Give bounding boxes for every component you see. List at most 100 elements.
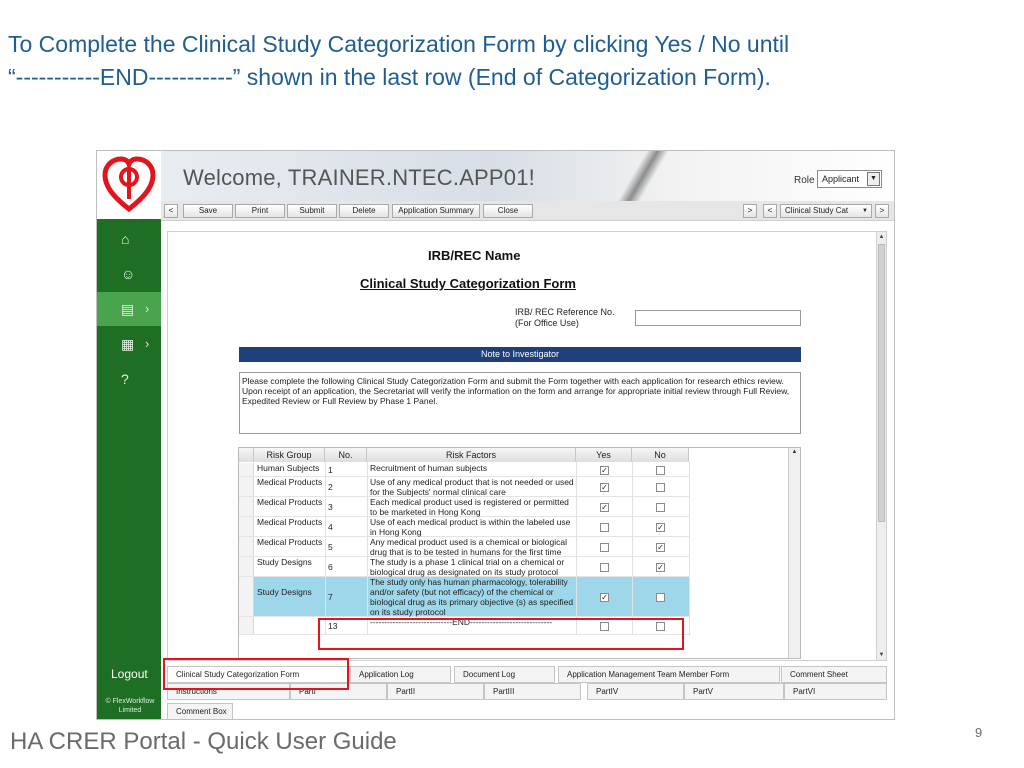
grid-header-yes: Yes bbox=[576, 448, 632, 462]
content-scrollbar[interactable]: ▲ ▼ bbox=[876, 232, 886, 660]
print-button[interactable]: Print bbox=[235, 204, 285, 218]
tab-partv[interactable]: PartV bbox=[684, 683, 784, 700]
submit-button[interactable]: Submit bbox=[287, 204, 337, 218]
row-risk-group: Medical Products bbox=[257, 517, 323, 527]
row-number: 7 bbox=[328, 592, 333, 602]
row-risk-factor: Any medical product used is a chemical o… bbox=[370, 537, 568, 557]
ha-logo-icon bbox=[102, 156, 156, 213]
row-selector[interactable] bbox=[239, 477, 254, 496]
close-button[interactable]: Close bbox=[483, 204, 533, 218]
row-risk-group: Medical Products bbox=[257, 537, 323, 547]
row-number: 5 bbox=[328, 542, 333, 552]
no-checkbox[interactable]: ✓ bbox=[656, 542, 665, 552]
tab-document-log[interactable]: Document Log bbox=[454, 666, 555, 683]
row-risk-group: Human Subjects bbox=[257, 463, 320, 473]
scrollbar-thumb[interactable] bbox=[878, 244, 885, 522]
app-window: Welcome, TRAINER.NTEC.APP01! Role Applic… bbox=[96, 150, 895, 720]
yes-checkbox[interactable]: ✓ bbox=[600, 482, 609, 492]
no-checkbox[interactable] bbox=[656, 502, 665, 512]
logout-link[interactable]: Logout bbox=[111, 667, 148, 681]
table-row[interactable]: Medical Products 5 Any medical product use… bbox=[239, 537, 689, 557]
table-row[interactable]: Medical Products 3 Each medical product us… bbox=[239, 497, 689, 517]
form-prev-button[interactable]: < bbox=[763, 204, 777, 218]
row-number: 1 bbox=[328, 465, 333, 475]
tab-comment-box[interactable]: Comment Box bbox=[167, 703, 233, 719]
sidebar-item-home[interactable]: ⌂ bbox=[97, 222, 161, 256]
slide-title: To Complete the Clinical Study Categoriz… bbox=[8, 28, 968, 94]
grid-scrollbar[interactable]: ▲ bbox=[788, 448, 800, 658]
home-icon: ⌂ bbox=[121, 231, 130, 247]
form-select[interactable]: Clinical Study Cat ▼ bbox=[780, 204, 872, 218]
tab-partvi[interactable]: PartVI bbox=[784, 683, 887, 700]
row-selector[interactable] bbox=[239, 463, 254, 476]
sidebar-item-help[interactable]: ? bbox=[97, 362, 161, 396]
yes-checkbox[interactable]: ✓ bbox=[600, 502, 609, 512]
row-selector[interactable] bbox=[239, 577, 254, 616]
scroll-down-icon[interactable]: ▼ bbox=[877, 650, 886, 660]
tab-partiv[interactable]: PartIV bbox=[587, 683, 684, 700]
grid-column-line bbox=[632, 462, 633, 635]
row-risk-group: Study Designs bbox=[257, 557, 312, 567]
row-risk-group: Study Designs bbox=[257, 587, 312, 597]
sidebar-item-user[interactable]: ☺ bbox=[97, 257, 161, 291]
tab-partii[interactable]: PartII bbox=[387, 683, 484, 700]
table-row[interactable]: Medical Products 4 Use of each medical pro… bbox=[239, 517, 689, 537]
row-risk-group: Medical Products bbox=[257, 477, 323, 487]
row-risk-factor: Use of any medical product that is not n… bbox=[370, 477, 574, 497]
row-number: 6 bbox=[328, 562, 333, 572]
sidebar-item-forms[interactable]: ▤ › bbox=[97, 292, 161, 326]
row-selector[interactable] bbox=[239, 497, 254, 516]
logo bbox=[97, 151, 161, 219]
row-number: 3 bbox=[328, 502, 333, 512]
no-checkbox[interactable]: ✓ bbox=[656, 562, 665, 572]
tab-application-log[interactable]: Application Log bbox=[350, 666, 451, 683]
grid-header-no: No. bbox=[325, 448, 367, 462]
table-row[interactable]: Medical Products 2 Use of any medical prod… bbox=[239, 477, 689, 497]
grid-header-risk-factors: Risk Factors bbox=[367, 448, 576, 462]
chevron-right-icon: › bbox=[145, 336, 150, 351]
yes-checkbox[interactable] bbox=[600, 562, 609, 572]
grid-header-spacer bbox=[239, 448, 254, 462]
welcome-text: Welcome, TRAINER.NTEC.APP01! bbox=[183, 165, 535, 190]
scroll-up-icon[interactable]: ▲ bbox=[877, 232, 886, 242]
nav-next-button[interactable]: > bbox=[743, 204, 757, 218]
delete-button[interactable]: Delete bbox=[339, 204, 389, 218]
no-checkbox[interactable] bbox=[656, 482, 665, 492]
application-summary-button[interactable]: Application Summary bbox=[392, 204, 480, 218]
role-value: Applicant bbox=[822, 174, 860, 184]
table-row[interactable]: Human Subjects 1 Recruitment of human subj… bbox=[239, 463, 689, 477]
header-banner: Welcome, TRAINER.NTEC.APP01! Role Applic… bbox=[161, 151, 894, 201]
row-selector[interactable] bbox=[239, 537, 254, 556]
grid-icon: ▦ bbox=[121, 336, 135, 352]
yes-checkbox[interactable] bbox=[600, 542, 609, 552]
row-selector[interactable] bbox=[239, 557, 254, 576]
no-checkbox[interactable] bbox=[656, 592, 665, 602]
yes-checkbox[interactable] bbox=[600, 522, 609, 532]
row-risk-factor: Each medical product used is registered … bbox=[370, 497, 569, 517]
no-checkbox[interactable]: ✓ bbox=[656, 522, 665, 532]
table-row[interactable]: Study Designs 7 The study only has human p… bbox=[239, 577, 689, 617]
tab-partiii[interactable]: PartIII bbox=[484, 683, 581, 700]
chevron-right-icon: › bbox=[145, 301, 150, 316]
tab-comment-sheet[interactable]: Comment Sheet bbox=[781, 666, 887, 683]
help-icon: ? bbox=[121, 371, 129, 387]
ref-no-label-line-2: (For Office Use) bbox=[515, 318, 579, 328]
note-text: Please complete the following Clinical S… bbox=[239, 372, 801, 434]
toolbar-prev-button[interactable]: < bbox=[164, 204, 178, 218]
no-checkbox[interactable] bbox=[656, 465, 665, 475]
row-selector[interactable] bbox=[239, 617, 254, 634]
row-selector[interactable] bbox=[239, 517, 254, 536]
save-button[interactable]: Save bbox=[183, 204, 233, 218]
table-row[interactable]: Study Designs 6 The study is a phase 1 cli… bbox=[239, 557, 689, 577]
form-next-button[interactable]: > bbox=[875, 204, 889, 218]
ref-no-input[interactable] bbox=[635, 310, 801, 326]
chevron-down-icon[interactable]: ▼ bbox=[867, 172, 880, 186]
scroll-up-icon[interactable]: ▲ bbox=[789, 449, 800, 455]
tab-application-management-team-member-form[interactable]: Application Management Team Member Form bbox=[558, 666, 780, 683]
yes-checkbox[interactable]: ✓ bbox=[600, 465, 609, 475]
row-number: 4 bbox=[328, 522, 333, 532]
yes-checkbox[interactable]: ✓ bbox=[600, 592, 609, 602]
role-label: Role bbox=[794, 175, 815, 186]
role-select[interactable]: Applicant ▼ bbox=[817, 170, 882, 188]
sidebar-item-apps[interactable]: ▦ › bbox=[97, 327, 161, 361]
